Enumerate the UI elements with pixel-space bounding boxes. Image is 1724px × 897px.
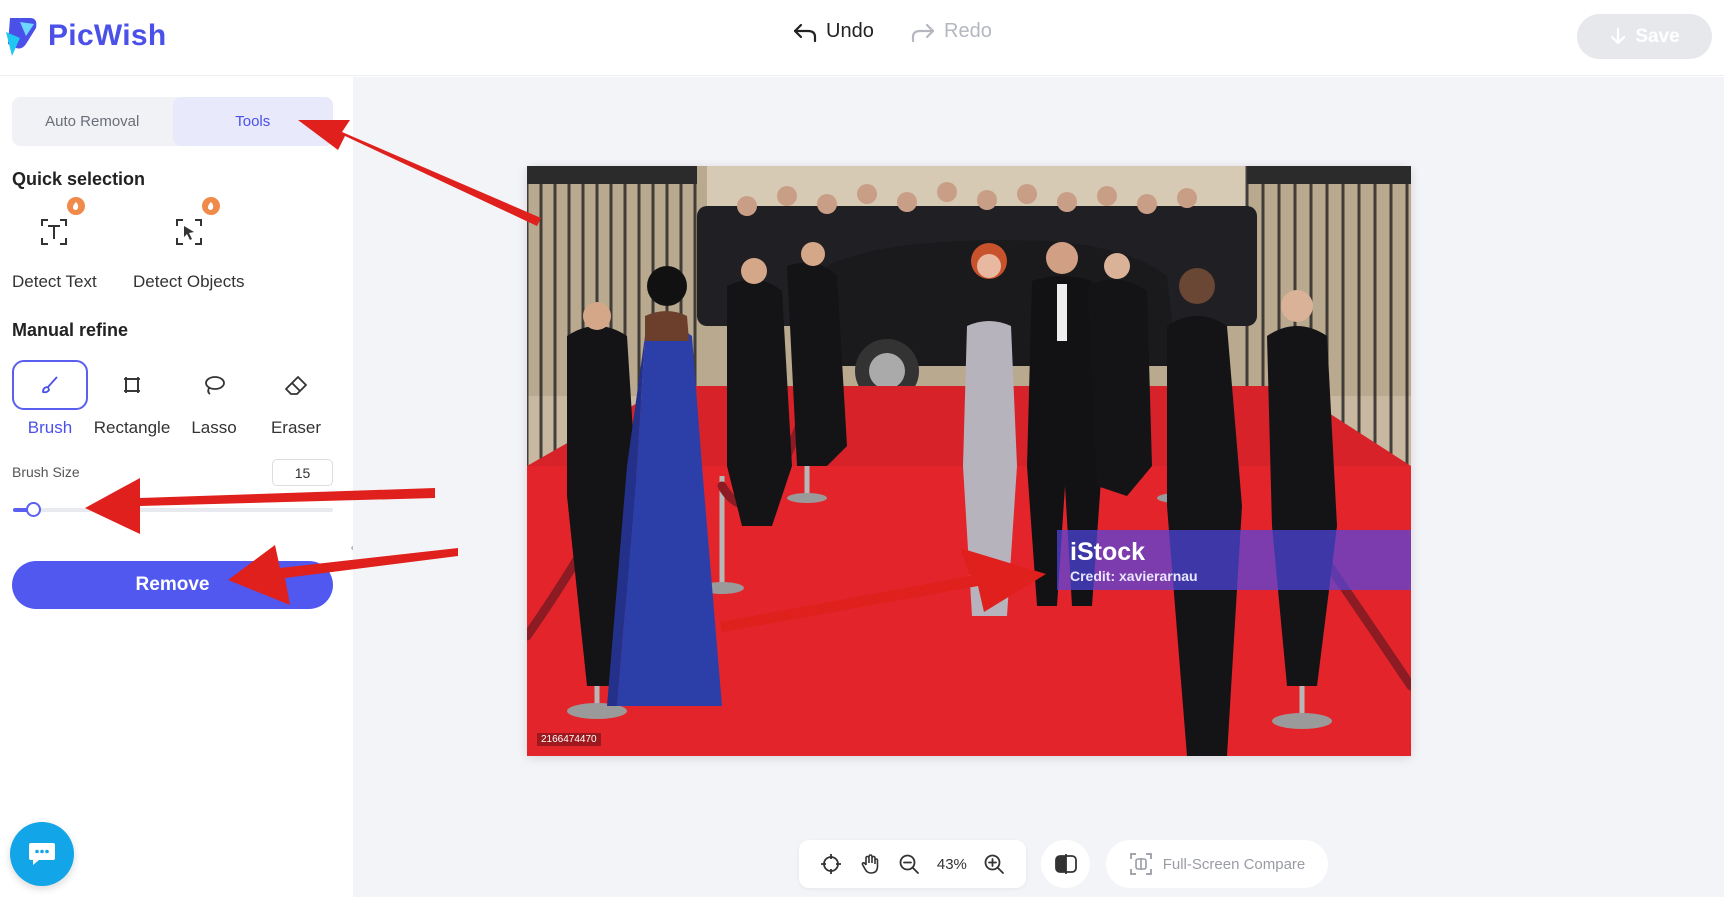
zoom-out-icon <box>900 854 920 874</box>
mode-tabs: Auto Removal Tools <box>12 97 333 146</box>
photo-canvas[interactable]: iStock Credit: xavierarnau 2166474470 <box>527 166 1411 756</box>
view-toolbar: 43% <box>799 840 1026 888</box>
canvas-area[interactable]: iStock Credit: xavierarnau 2166474470 <box>353 77 1724 897</box>
sidebar: Auto Removal Tools Quick selection Detec… <box>0 77 366 897</box>
rectangle-icon <box>124 377 140 393</box>
redo-icon <box>911 23 935 42</box>
picwish-logo-icon <box>6 18 37 56</box>
full-screen-compare-button[interactable]: Full-Screen Compare <box>1106 840 1328 888</box>
download-icon <box>1611 27 1626 44</box>
compare-icon <box>1054 854 1077 874</box>
tab-tools[interactable]: Tools <box>172 97 333 146</box>
zoom-level: 43% <box>936 855 967 873</box>
zoom-in-icon <box>984 854 1005 874</box>
photo-id: 2166474470 <box>537 733 601 746</box>
rectangle-label: Rectangle <box>93 418 171 437</box>
eraser-label: Eraser <box>270 418 322 437</box>
eraser-icon <box>285 376 307 395</box>
eraser-tool[interactable]: Eraser <box>258 360 334 438</box>
tab-auto-removal[interactable]: Auto Removal <box>12 97 173 146</box>
brush-size-input[interactable]: 15 <box>272 459 333 486</box>
save-button[interactable]: Save <box>1577 14 1712 59</box>
logo[interactable]: PicWish <box>4 14 167 58</box>
remove-button[interactable]: Remove <box>12 561 333 609</box>
lasso-tool[interactable]: Lasso <box>176 360 252 438</box>
redo-label: Redo <box>944 20 992 42</box>
lasso-icon <box>205 376 225 395</box>
fit-view-button[interactable] <box>819 852 843 876</box>
manual-refine-title: Manual refine <box>12 320 129 340</box>
brush-size-label: Brush Size <box>12 464 80 480</box>
detect-text-label: Detect Text <box>12 272 97 291</box>
detect-objects-icon <box>175 219 202 245</box>
full-screen-compare-label: Full-Screen Compare <box>1162 855 1306 873</box>
chat-icon <box>29 843 55 865</box>
red-carpet-photo <box>527 166 1411 756</box>
hot-icon <box>201 197 220 215</box>
detect-objects-label: Detect Objects <box>133 272 245 291</box>
crosshair-icon <box>820 854 841 874</box>
undo-button[interactable]: Undo <box>792 20 874 43</box>
redo-button[interactable]: Redo <box>910 20 992 43</box>
rectangle-tool[interactable]: Rectangle <box>94 360 170 438</box>
undo-icon <box>793 23 817 42</box>
detect-objects-tool[interactable]: Detect Objects <box>133 197 245 292</box>
quick-selection-title: Quick selection <box>12 169 146 189</box>
hot-icon <box>67 197 86 215</box>
slider-thumb[interactable] <box>26 502 41 517</box>
logo-text: PicWish <box>48 19 167 52</box>
save-label: Save <box>1635 25 1680 47</box>
brush-icon <box>42 376 58 394</box>
brush-size-slider[interactable] <box>13 502 333 517</box>
brush-tool[interactable]: Brush <box>12 360 88 438</box>
undo-label: Undo <box>826 20 874 42</box>
chat-button[interactable] <box>10 822 74 886</box>
watermark-overlay: iStock Credit: xavierarnau <box>1057 530 1411 590</box>
lasso-label: Lasso <box>191 418 237 437</box>
detect-text-tool[interactable]: Detect Text <box>12 197 97 292</box>
compare-button[interactable] <box>1041 840 1090 888</box>
zoom-in-button[interactable] <box>982 852 1006 876</box>
top-bar: PicWish Undo Redo Save <box>0 0 1724 76</box>
watermark-credit: Credit: xavierarnau <box>1070 568 1198 584</box>
full-screen-compare-icon <box>1129 853 1152 875</box>
pan-button[interactable] <box>858 852 882 876</box>
hand-icon <box>861 854 879 874</box>
watermark-title: iStock <box>1070 538 1146 566</box>
brush-label: Brush <box>27 418 73 437</box>
zoom-out-button[interactable] <box>897 852 921 876</box>
detect-text-icon <box>41 219 68 245</box>
